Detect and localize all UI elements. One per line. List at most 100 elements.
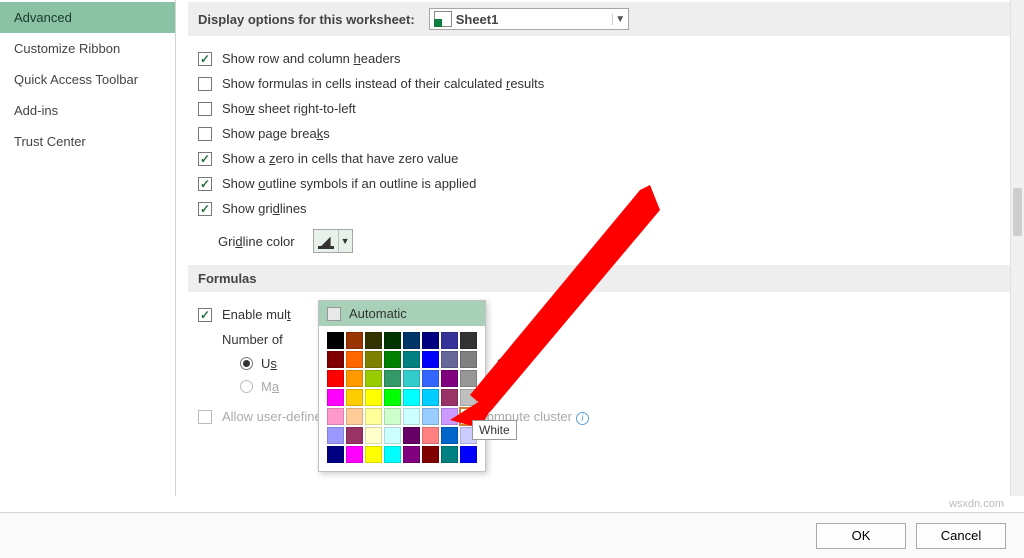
color-swatch[interactable] [460,446,477,463]
color-swatch[interactable] [384,332,401,349]
checkbox-opt-3[interactable] [198,127,212,141]
color-swatch[interactable] [346,370,363,387]
color-swatch[interactable] [346,427,363,444]
color-swatch[interactable] [441,427,458,444]
color-swatch[interactable] [403,408,420,425]
cancel-button[interactable]: Cancel [916,523,1006,549]
sidebar: Advanced Customize Ribbon Quick Access T… [0,0,176,496]
color-swatch[interactable] [365,427,382,444]
color-swatch[interactable] [384,370,401,387]
color-swatch[interactable] [460,351,477,368]
display-section-header: Display options for this worksheet: Shee… [188,2,1014,36]
formulas-section-header: Formulas [188,265,1014,292]
checkbox-label-1: Show formulas in cells instead of their … [222,76,544,91]
checkbox-label-5: Show outline symbols if an outline is ap… [222,176,476,191]
color-swatch[interactable] [422,446,439,463]
color-swatch[interactable] [346,389,363,406]
radio-use-all-label: Us [261,356,277,371]
radio-manual[interactable] [240,380,253,393]
sidebar-item-trust-center[interactable]: Trust Center [0,126,175,157]
checkbox-opt-2[interactable] [198,102,212,116]
gridline-color-label: Gridline color [218,234,295,249]
color-swatch[interactable] [384,351,401,368]
checkbox-opt-4[interactable] [198,152,212,166]
color-swatch[interactable] [365,446,382,463]
color-swatch[interactable] [403,446,420,463]
color-swatch[interactable] [422,389,439,406]
color-swatch[interactable] [346,332,363,349]
sidebar-item-add-ins[interactable]: Add-ins [0,95,175,126]
color-swatch[interactable] [346,408,363,425]
color-swatch[interactable] [403,370,420,387]
color-swatch[interactable] [422,351,439,368]
checkbox-label-4: Show a zero in cells that have zero valu… [222,151,458,166]
automatic-label: Automatic [349,306,407,321]
scrollbar[interactable] [1010,0,1024,496]
color-swatch[interactable] [365,408,382,425]
automatic-swatch [327,307,341,321]
color-swatch[interactable] [422,408,439,425]
color-tooltip: White [472,420,517,440]
color-swatch[interactable] [327,389,344,406]
color-swatch[interactable] [384,427,401,444]
checkbox-opt-1[interactable] [198,77,212,91]
color-picker-popup: Automatic [318,300,486,472]
color-swatch[interactable] [403,351,420,368]
paint-bucket-icon: ◢ [314,230,338,252]
info-icon[interactable]: i [576,412,589,425]
chevron-down-icon: ▼ [612,14,628,25]
sidebar-item-customize-ribbon[interactable]: Customize Ribbon [0,33,175,64]
color-swatch[interactable] [327,370,344,387]
color-swatch[interactable] [460,389,477,406]
color-swatch[interactable] [365,370,382,387]
ok-button[interactable]: OK [816,523,906,549]
dialog-footer: OK Cancel [0,512,1024,558]
numthreads-label: Number of [222,332,283,347]
color-swatch[interactable] [384,446,401,463]
color-swatch[interactable] [346,351,363,368]
color-swatch[interactable] [365,351,382,368]
color-swatch[interactable] [327,332,344,349]
color-swatch[interactable] [403,389,420,406]
checkbox-allow-xll [198,410,212,424]
color-swatch[interactable] [403,427,420,444]
color-swatch[interactable] [422,427,439,444]
color-swatch[interactable] [384,408,401,425]
color-swatch[interactable] [460,370,477,387]
checkbox-multithread[interactable] [198,308,212,322]
checkbox-opt-6[interactable] [198,202,212,216]
worksheet-select[interactable]: Sheet1 ▼ [429,8,629,30]
color-swatch[interactable] [327,408,344,425]
color-swatch[interactable] [365,332,382,349]
color-swatch[interactable] [346,446,363,463]
checkbox-opt-0[interactable] [198,52,212,66]
color-swatch[interactable] [327,351,344,368]
sheet-icon [434,11,452,27]
checkbox-label-6: Show gridlines [222,201,307,216]
color-swatch[interactable] [384,389,401,406]
formulas-section-title: Formulas [198,271,257,286]
color-swatch[interactable] [365,389,382,406]
checkbox-opt-5[interactable] [198,177,212,191]
display-section-title: Display options for this worksheet: [198,12,415,27]
gridline-color-button[interactable]: ◢ ▼ [313,229,353,253]
color-swatch[interactable] [403,332,420,349]
color-swatch[interactable] [460,332,477,349]
sidebar-item-quick-access[interactable]: Quick Access Toolbar [0,64,175,95]
color-swatch[interactable] [441,370,458,387]
radio-use-all[interactable] [240,357,253,370]
color-swatch[interactable] [422,332,439,349]
color-swatch[interactable] [441,446,458,463]
chevron-down-icon: ▼ [338,230,352,252]
color-swatch[interactable] [441,332,458,349]
color-swatch[interactable] [327,446,344,463]
checkbox-label-2: Show sheet right-to-left [222,101,356,116]
color-swatch[interactable] [327,427,344,444]
color-swatch[interactable] [441,351,458,368]
color-swatch[interactable] [422,370,439,387]
content-panel: Display options for this worksheet: Shee… [176,0,1024,496]
color-swatch[interactable] [441,408,458,425]
automatic-color-row[interactable]: Automatic [319,301,485,326]
sidebar-item-advanced[interactable]: Advanced [0,2,175,33]
color-swatch[interactable] [441,389,458,406]
